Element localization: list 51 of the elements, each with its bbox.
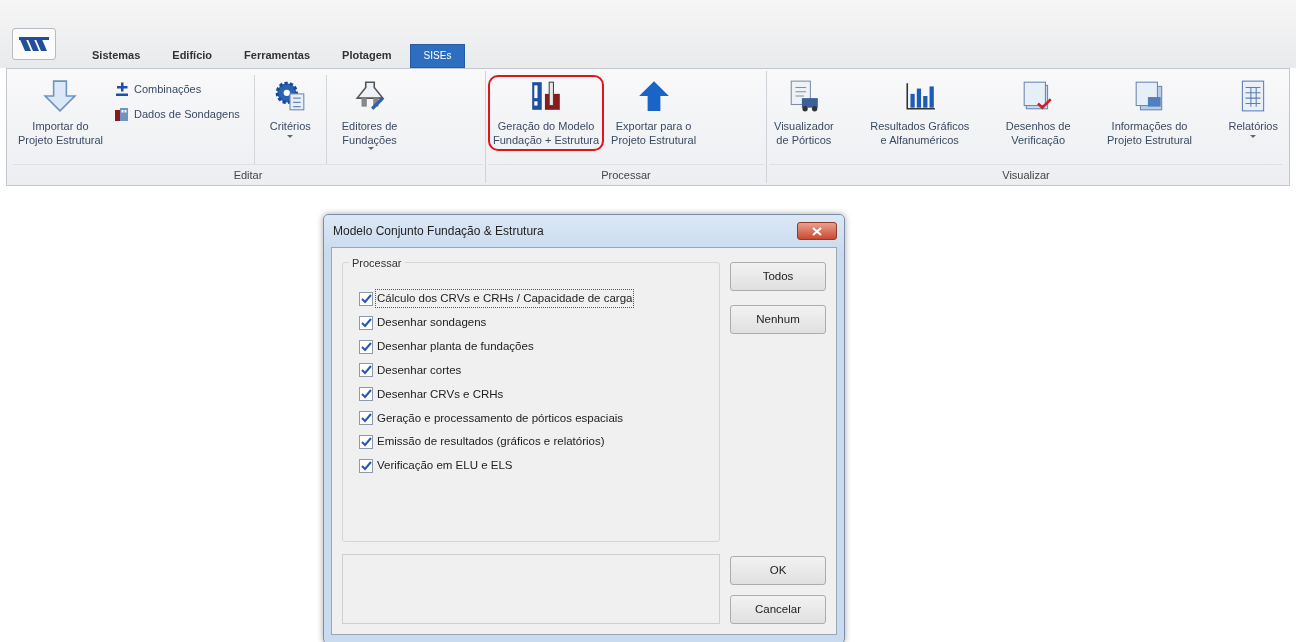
ribbon-button[interactable]: Desenhos de Verificação (1000, 75, 1076, 151)
close-icon (812, 226, 822, 236)
stripes-icon (19, 37, 49, 51)
checkbox[interactable] (359, 459, 373, 473)
checkbox-label: Desenhar cortes (376, 362, 463, 378)
ribbon-button[interactable]: Informações do Projeto Estrutural (1102, 75, 1197, 151)
window-title: Modelo Conjunto Fundação & Estrutura (333, 223, 544, 240)
checkbox[interactable] (359, 339, 373, 354)
ribbon-tab[interactable]: Ferramentas (230, 42, 325, 68)
dialog-button[interactable]: OK (730, 556, 826, 585)
building-icon (114, 105, 130, 122)
arrow-down-icon (43, 79, 78, 113)
ribbon-button[interactable]: Critérios (264, 75, 316, 144)
checkbox[interactable] (359, 315, 373, 330)
group-label: Visualizar (769, 163, 1283, 183)
dialog-button[interactable]: Nenhum (730, 305, 826, 334)
caret-icon (367, 147, 374, 150)
checkbox[interactable] (359, 435, 373, 450)
ribbon-tab[interactable]: SISEs (409, 44, 466, 68)
checkbox[interactable] (359, 291, 373, 306)
checkbox-label: Desenhar sondagens (376, 315, 488, 330)
ribbon-button[interactable]: Relatórios (1223, 75, 1283, 144)
ribbon-button[interactable]: Editores de Fundações (336, 75, 403, 156)
plus-icon (114, 81, 130, 98)
checkbox-label: Emissão de resultados (gráficos e relatórios) (376, 434, 606, 450)
checkbox[interactable] (359, 387, 373, 402)
checkbox[interactable] (359, 411, 373, 426)
ribbon-button[interactable]: Exportar para o Projeto Estrutural (606, 75, 702, 151)
checkbox-label: Desenhar CRVs e CRHs (376, 386, 505, 402)
checkbox[interactable] (359, 363, 373, 378)
checkbox-label: Desenhar planta de fundações (376, 338, 535, 354)
ribbon-tab[interactable]: Sistemas (78, 42, 155, 68)
checkbox-label: Verificação em ELU e ELS (376, 458, 514, 474)
group-label: Processar (488, 163, 764, 183)
caret-icon (287, 135, 294, 138)
caret-icon (1250, 135, 1257, 138)
checkbox-label: Geração e processamento de pórticos espaciais (376, 410, 625, 426)
checkbox-label: Cálculo dos CRVs e CRHs / Capacidade de carga (375, 289, 635, 309)
app-menu-button[interactable] (12, 28, 56, 60)
ribbon-tab[interactable]: Plotagem (328, 42, 406, 68)
ribbon-button[interactable]: Importar do Projeto Estrutural (13, 75, 108, 151)
ribbon-button[interactable]: Visualizador de Pórticos (769, 75, 839, 151)
ribbon-button[interactable]: Dados de Sondagens (110, 103, 244, 124)
close-button[interactable] (797, 222, 837, 240)
dialog-button[interactable]: Todos (730, 262, 826, 291)
ribbon-button[interactable]: Resultados Gráficos e Alfanuméricos (865, 75, 975, 151)
ribbon-button[interactable]: Combinações (110, 79, 244, 100)
group-label: Editar (13, 163, 483, 183)
ribbon-button[interactable]: Geração do Modelo Fundação + Estrutura (488, 75, 605, 151)
dialog-button[interactable]: Cancelar (730, 595, 826, 624)
ribbon-tab[interactable]: Edifício (158, 42, 227, 68)
